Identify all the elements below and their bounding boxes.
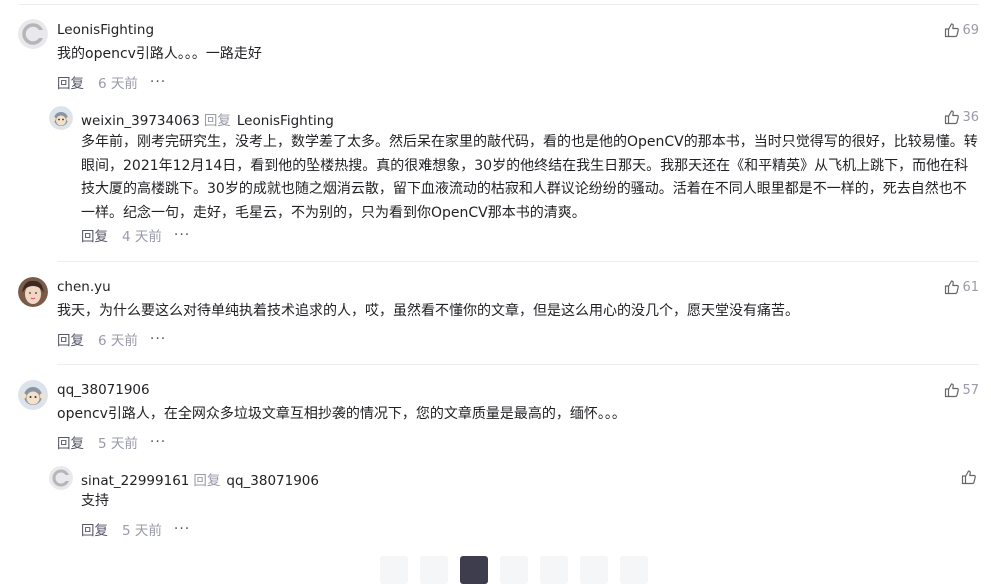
like-button[interactable]: 61 bbox=[944, 279, 979, 295]
more-options-button[interactable]: ··· bbox=[150, 434, 166, 450]
comment-divider bbox=[57, 261, 979, 262]
reply-text: 多年前，刚考完研究生，没考上，数学差了太多。然后呆在家里的敲代码，看的也是他的O… bbox=[81, 134, 978, 221]
reply-username[interactable]: sinat_22999161 bbox=[81, 473, 189, 489]
like-count: 61 bbox=[962, 279, 979, 295]
like-button[interactable]: 36 bbox=[944, 109, 979, 125]
reply-actions: 回复 5 天前 ··· bbox=[81, 519, 190, 539]
page-button[interactable] bbox=[620, 556, 648, 584]
comment-time: 5 天前 bbox=[98, 436, 138, 452]
comment-text: opencv引路人，在全网众多垃圾文章互相抄袭的情况下，您的文章质量是最高的，缅… bbox=[57, 406, 626, 422]
thumbs-up-icon bbox=[945, 383, 960, 398]
comment-username[interactable]: chen.yu bbox=[57, 279, 111, 295]
reply-text: 支持 bbox=[81, 493, 109, 509]
reply-keyword: 回复 bbox=[203, 113, 231, 129]
comment-username[interactable]: LeonisFighting bbox=[57, 22, 154, 38]
avatar[interactable] bbox=[18, 277, 48, 307]
more-options-button[interactable]: ··· bbox=[150, 331, 166, 347]
comment-actions: 回复 6 天前 ··· bbox=[57, 329, 166, 349]
page-button[interactable] bbox=[500, 556, 528, 584]
reply-time: 4 天前 bbox=[122, 229, 162, 245]
reply-username[interactable]: weixin_39734063 bbox=[81, 113, 200, 129]
reply-button[interactable]: 回复 bbox=[81, 225, 108, 245]
reply-keyword: 回复 bbox=[193, 473, 221, 489]
page-button-active[interactable] bbox=[460, 556, 488, 584]
reply-to-username[interactable]: LeonisFighting bbox=[237, 113, 334, 129]
more-options-button[interactable]: ··· bbox=[150, 74, 166, 90]
pagination bbox=[380, 556, 648, 584]
reply-to-username[interactable]: qq_38071906 bbox=[226, 473, 319, 489]
like-button[interactable] bbox=[961, 469, 979, 485]
reply-actions: 回复 4 天前 ··· bbox=[81, 225, 190, 245]
more-options-button[interactable]: ··· bbox=[174, 521, 190, 537]
comment-divider bbox=[57, 364, 979, 365]
avatar[interactable] bbox=[18, 19, 48, 49]
thumbs-up-icon bbox=[945, 280, 960, 295]
like-count: 57 bbox=[962, 382, 979, 398]
reply-button[interactable]: 回复 bbox=[81, 519, 108, 539]
comment-username[interactable]: qq_38071906 bbox=[57, 382, 150, 398]
comment-time: 6 天前 bbox=[98, 76, 138, 92]
reply-header: weixin_39734063 回复 LeonisFighting bbox=[81, 109, 334, 129]
page-button[interactable] bbox=[420, 556, 448, 584]
page-button[interactable] bbox=[380, 556, 408, 584]
comment-text: 我天，为什么要这么对待单纯执着技术追求的人，哎，虽然看不懂你的文章，但是这么用心… bbox=[57, 303, 799, 319]
comment-time: 6 天前 bbox=[98, 333, 138, 349]
avatar[interactable] bbox=[49, 466, 73, 490]
thumbs-up-icon bbox=[961, 470, 976, 485]
thumbs-up-icon bbox=[945, 110, 960, 125]
comment-actions: 回复 5 天前 ··· bbox=[57, 432, 166, 452]
page-button[interactable] bbox=[540, 556, 568, 584]
reply-time: 5 天前 bbox=[122, 523, 162, 539]
reply-button[interactable]: 回复 bbox=[57, 72, 84, 92]
reply-button[interactable]: 回复 bbox=[57, 329, 84, 349]
reply-button[interactable]: 回复 bbox=[57, 432, 84, 452]
page-button[interactable] bbox=[580, 556, 608, 584]
like-button[interactable]: 57 bbox=[944, 382, 979, 398]
like-count: 36 bbox=[962, 109, 979, 125]
avatar[interactable] bbox=[49, 106, 73, 130]
comment-text: 我的opencv引路人。。。一路走好 bbox=[57, 46, 262, 62]
more-options-button[interactable]: ··· bbox=[174, 227, 190, 243]
top-divider bbox=[18, 4, 979, 5]
like-button[interactable]: 69 bbox=[944, 22, 979, 38]
thumbs-up-icon bbox=[945, 23, 960, 38]
reply-header: sinat_22999161 回复 qq_38071906 bbox=[81, 469, 319, 489]
like-count: 69 bbox=[962, 22, 979, 38]
comment-actions: 回复 6 天前 ··· bbox=[57, 72, 166, 92]
avatar[interactable] bbox=[18, 380, 48, 410]
